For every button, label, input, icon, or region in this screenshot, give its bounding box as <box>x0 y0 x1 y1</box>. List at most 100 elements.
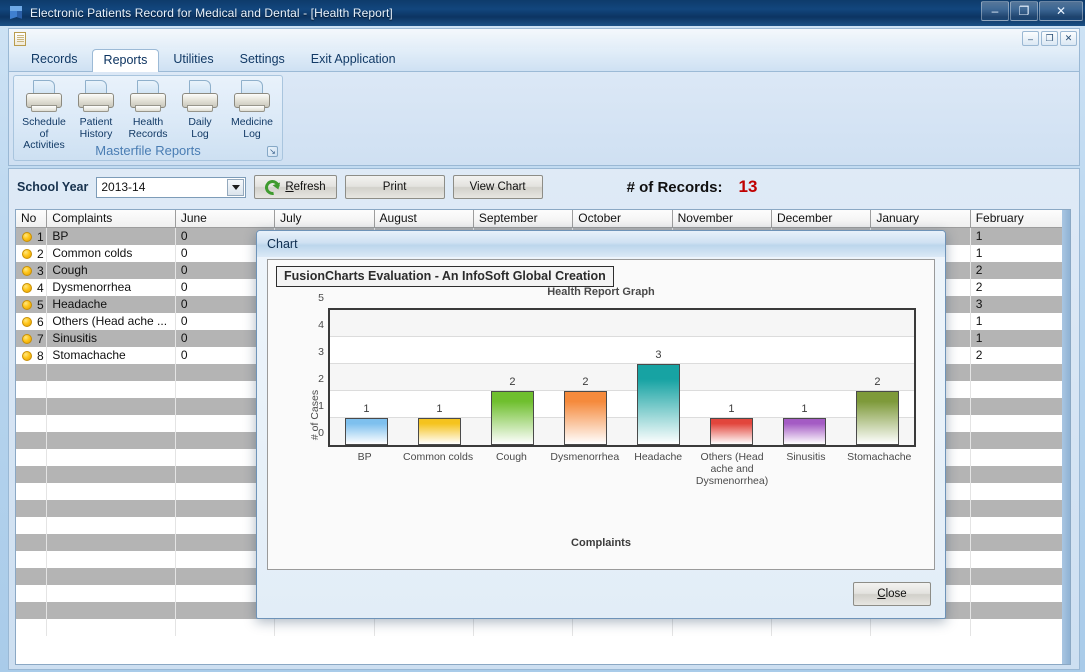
column-header-october[interactable]: October <box>573 210 673 228</box>
grid-vertical-scrollbar[interactable] <box>1062 210 1070 664</box>
column-header-complaints[interactable]: Complaints <box>47 210 176 228</box>
table-cell[interactable]: Common colds <box>47 245 176 262</box>
table-cell[interactable] <box>971 551 1070 568</box>
maximize-button[interactable]: ❐ <box>1010 1 1038 21</box>
close-button[interactable]: ✕ <box>1039 1 1083 21</box>
chart-bar[interactable]: 1 <box>710 403 753 445</box>
minimize-button[interactable]: – <box>981 1 1009 21</box>
table-cell[interactable]: 5 <box>16 296 48 313</box>
table-cell[interactable]: Cough <box>47 262 176 279</box>
chart-bar[interactable]: 1 <box>418 403 461 445</box>
table-cell[interactable] <box>16 534 48 551</box>
ribbon-button-schedule-of-activities[interactable]: Schedule of Activities <box>20 80 68 152</box>
chevron-down-icon[interactable] <box>227 178 245 196</box>
table-cell[interactable]: Others (Head ache ... <box>47 313 176 330</box>
column-header-november[interactable]: November <box>672 210 772 228</box>
table-cell[interactable] <box>871 619 971 636</box>
table-cell[interactable] <box>47 551 176 568</box>
table-cell[interactable] <box>971 432 1070 449</box>
table-cell[interactable] <box>47 415 176 432</box>
table-cell[interactable] <box>47 500 176 517</box>
table-cell[interactable] <box>971 585 1070 602</box>
table-cell[interactable] <box>47 602 176 619</box>
table-cell[interactable] <box>971 500 1070 517</box>
table-cell[interactable] <box>47 381 176 398</box>
table-cell[interactable]: 1 <box>971 313 1070 330</box>
ribbon-button-daily-log[interactable]: Daily Log <box>176 80 224 152</box>
table-cell[interactable]: 1 <box>971 228 1070 245</box>
table-cell[interactable] <box>971 466 1070 483</box>
table-cell[interactable]: Dysmenorrhea <box>47 279 176 296</box>
table-cell[interactable] <box>673 619 772 636</box>
column-header-february[interactable]: February <box>970 210 1070 228</box>
chart-bar[interactable]: 1 <box>345 403 388 445</box>
table-cell[interactable] <box>47 432 176 449</box>
table-cell[interactable] <box>16 585 48 602</box>
table-cell[interactable] <box>47 398 176 415</box>
table-cell[interactable] <box>971 568 1070 585</box>
table-cell[interactable] <box>772 619 872 636</box>
table-cell[interactable] <box>275 619 375 636</box>
chart-bar[interactable]: 2 <box>491 376 534 445</box>
table-cell[interactable] <box>176 619 276 636</box>
table-row[interactable] <box>16 619 1070 636</box>
refresh-button[interactable]: Refresh <box>254 175 337 199</box>
table-cell[interactable] <box>16 602 48 619</box>
table-cell[interactable] <box>47 619 176 636</box>
ribbon-button-medicine-log[interactable]: Medicine Log <box>228 80 276 152</box>
tab-records[interactable]: Records <box>19 48 90 71</box>
close-dialog-button[interactable]: Close <box>853 582 931 606</box>
table-cell[interactable] <box>47 534 176 551</box>
table-cell[interactable]: 2 <box>971 347 1070 364</box>
ribbon-button-patient-history[interactable]: Patient History <box>72 80 120 152</box>
table-cell[interactable] <box>16 517 48 534</box>
column-header-december[interactable]: December <box>771 210 872 228</box>
chart-bar[interactable]: 3 <box>637 349 680 445</box>
table-cell[interactable]: 2 <box>971 262 1070 279</box>
table-cell[interactable]: 2 <box>16 245 48 262</box>
table-cell[interactable]: 6 <box>16 313 48 330</box>
mdi-minimize-button[interactable]: – <box>1022 31 1039 46</box>
table-cell[interactable] <box>16 415 48 432</box>
table-cell[interactable] <box>971 415 1070 432</box>
table-cell[interactable] <box>971 619 1070 636</box>
column-header-september[interactable]: September <box>473 210 574 228</box>
ribbon-button-health-records[interactable]: Health Records <box>124 80 172 152</box>
table-cell[interactable] <box>16 449 48 466</box>
table-cell[interactable] <box>47 483 176 500</box>
table-cell[interactable]: 4 <box>16 279 48 296</box>
table-cell[interactable]: Stomachache <box>47 347 176 364</box>
chart-bar[interactable]: 2 <box>856 376 899 445</box>
table-cell[interactable]: 1 <box>16 228 48 245</box>
column-header-august[interactable]: August <box>374 210 474 228</box>
table-cell[interactable] <box>16 364 48 381</box>
chart-bar[interactable]: 2 <box>564 376 607 445</box>
table-cell[interactable] <box>971 517 1070 534</box>
tab-settings[interactable]: Settings <box>228 48 297 71</box>
print-button[interactable]: Print <box>344 175 445 199</box>
table-cell[interactable] <box>971 602 1070 619</box>
table-cell[interactable] <box>16 500 48 517</box>
column-header-january[interactable]: January <box>871 210 971 228</box>
table-cell[interactable]: 2 <box>971 279 1070 296</box>
table-cell[interactable]: 7 <box>16 330 48 347</box>
mdi-restore-button[interactable]: ❐ <box>1041 31 1058 46</box>
tab-reports[interactable]: Reports <box>91 49 160 72</box>
table-cell[interactable] <box>16 398 48 415</box>
dialog-launcher-icon[interactable]: ↘ <box>267 146 278 157</box>
table-cell[interactable]: 3 <box>16 262 48 279</box>
table-cell[interactable]: Sinusitis <box>47 330 176 347</box>
table-cell[interactable] <box>16 483 48 500</box>
table-cell[interactable] <box>47 517 176 534</box>
table-cell[interactable] <box>16 619 48 636</box>
table-cell[interactable] <box>47 568 176 585</box>
table-cell[interactable] <box>971 534 1070 551</box>
table-cell[interactable] <box>971 364 1070 381</box>
table-cell[interactable] <box>16 551 48 568</box>
table-cell[interactable]: 8 <box>16 347 48 364</box>
table-cell[interactable]: BP <box>47 228 176 245</box>
table-cell[interactable] <box>971 483 1070 500</box>
table-cell[interactable] <box>573 619 673 636</box>
table-cell[interactable] <box>971 449 1070 466</box>
school-year-select[interactable]: 2013-14 <box>96 176 247 198</box>
